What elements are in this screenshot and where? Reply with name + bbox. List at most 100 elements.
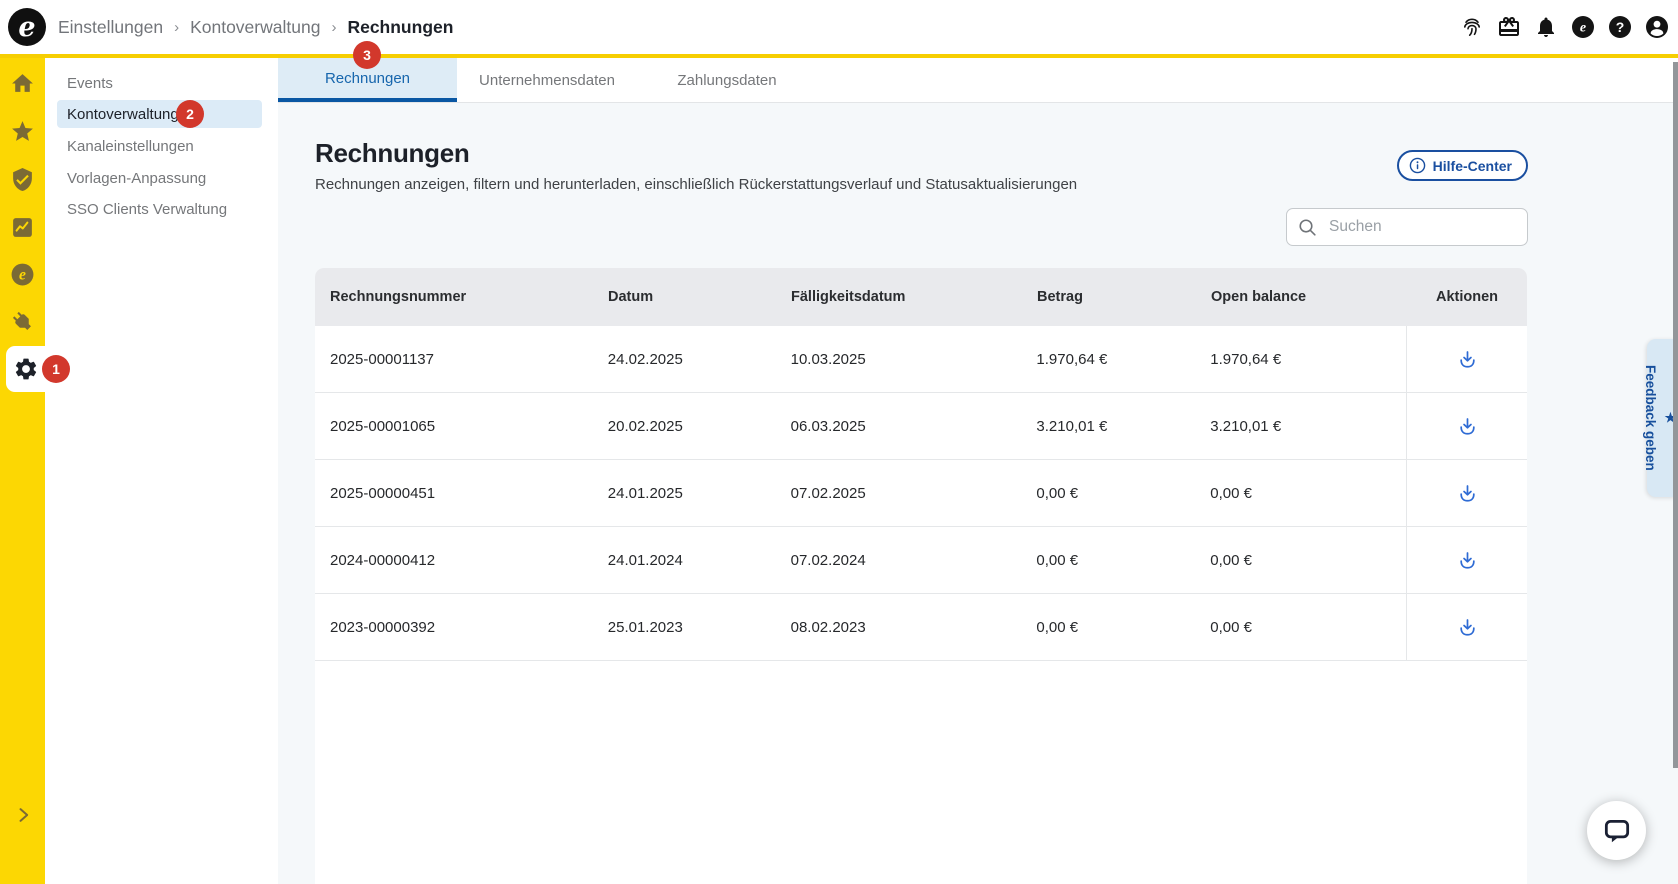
settings-notification-badge: 1 <box>42 355 70 383</box>
download-invoice-button[interactable] <box>1452 612 1483 643</box>
rail-item-settings[interactable] <box>6 346 45 392</box>
invoice-actions-cell <box>1406 460 1527 526</box>
invoice-amount: 1.970,64 € <box>1036 350 1108 368</box>
download-invoice-button[interactable] <box>1452 344 1483 375</box>
invoice-due-date: 10.03.2025 <box>790 350 866 368</box>
table-row: 2025-00001065 20.02.2025 06.03.2025 3.21… <box>315 393 1527 460</box>
breadcrumb-separator-icon: › <box>331 18 337 36</box>
invoice-amount: 0,00 € <box>1036 551 1079 569</box>
emarsys-coin-icon: e <box>11 263 34 285</box>
column-header-amount: Betrag <box>1037 289 1083 305</box>
feedback-label: Feedback geben <box>1643 365 1658 471</box>
invoice-open-balance: 1.970,64 € <box>1210 350 1282 368</box>
invoice-date: 24.01.2025 <box>607 484 683 502</box>
rail-item-integrations[interactable] <box>0 297 45 345</box>
table-row: 2025-00000451 24.01.2025 07.02.2025 0,00… <box>315 460 1527 527</box>
download-invoice-button[interactable] <box>1452 545 1483 576</box>
settings-sidebar: Events Kontoverwaltung Kanaleinstellunge… <box>45 58 278 884</box>
invoice-actions-cell <box>1406 527 1527 593</box>
invoice-due-date: 07.02.2025 <box>790 484 866 502</box>
invoice-open-balance: 0,00 € <box>1210 618 1252 636</box>
invoices-table: Rechnungsnummer Datum Fälligkeitsdatum B… <box>315 268 1527 884</box>
account-management-badge: 2 <box>176 100 204 128</box>
invoice-actions-cell <box>1406 393 1527 459</box>
chat-bubble-icon <box>1604 819 1629 842</box>
home-icon <box>12 73 33 92</box>
rail-item-security[interactable] <box>0 155 45 203</box>
tab-company-data[interactable]: Unternehmensdaten <box>457 58 637 102</box>
rail-item-favorites[interactable] <box>0 107 45 155</box>
invoice-date: 25.01.2023 <box>607 618 683 636</box>
top-bar: e Einstellungen › Kontoverwaltung › Rech… <box>0 0 1678 54</box>
bell-icon[interactable] <box>1533 14 1559 40</box>
brand-accent-line <box>0 54 1678 58</box>
invoice-date: 20.02.2025 <box>607 417 683 435</box>
emarsys-logo[interactable]: e <box>8 8 46 46</box>
search-box <box>1286 208 1528 246</box>
invoice-number: 2025-00001065 <box>330 417 436 435</box>
invoice-open-balance: 3.210,01 € <box>1210 417 1282 435</box>
rail-item-emarsys[interactable]: e <box>0 250 45 298</box>
main-nav-rail: e <box>0 58 45 884</box>
download-icon <box>1459 618 1475 636</box>
star-icon <box>12 120 33 141</box>
analytics-icon <box>13 217 32 237</box>
sidebar-item-channel-settings[interactable]: Kanaleinstellungen <box>57 132 262 160</box>
breadcrumb-current-invoices: Rechnungen <box>347 16 454 37</box>
breadcrumb-separator-icon: › <box>174 18 180 36</box>
invoices-tab-badge: 3 <box>353 41 381 69</box>
table-header-row: Rechnungsnummer Datum Fälligkeitsdatum B… <box>315 268 1527 326</box>
column-header-date: Datum <box>608 289 654 305</box>
invoice-number: 2025-00000451 <box>330 484 436 502</box>
gift-icon[interactable] <box>1496 14 1522 40</box>
invoice-amount: 0,00 € <box>1036 484 1079 502</box>
shield-check-icon <box>13 167 32 191</box>
rail-item-home[interactable] <box>0 59 45 107</box>
svg-text:?: ? <box>1616 19 1625 35</box>
column-header-open-balance: Open balance <box>1211 289 1307 305</box>
rail-collapse-button[interactable] <box>0 802 45 828</box>
download-icon <box>1459 417 1475 435</box>
table-row: 2025-00001137 24.02.2025 10.03.2025 1.97… <box>315 326 1527 393</box>
info-icon <box>1409 157 1425 174</box>
feedback-tab[interactable]: ★ Feedback geben <box>1643 339 1678 497</box>
invoice-date: 24.01.2024 <box>607 551 683 569</box>
tab-payment-data[interactable]: Zahlungsdaten <box>637 58 817 102</box>
download-icon <box>1459 551 1475 569</box>
table-row: 2023-00000392 25.01.2023 08.02.2023 0,00… <box>315 594 1527 661</box>
vertical-scrollbar[interactable] <box>1673 62 1678 768</box>
account-icon[interactable] <box>1644 14 1670 40</box>
download-invoice-button[interactable] <box>1452 411 1483 442</box>
plug-icon <box>12 311 31 330</box>
invoice-open-balance: 0,00 € <box>1210 551 1252 569</box>
help-center-button[interactable]: Hilfe-Center <box>1396 150 1528 181</box>
invoice-number: 2024-00000412 <box>330 551 436 569</box>
invoice-actions-cell <box>1406 326 1527 392</box>
column-header-due-date: Fälligkeitsdatum <box>791 289 906 305</box>
download-invoice-button[interactable] <box>1452 478 1483 509</box>
emarsys-badge-icon[interactable]: e <box>1570 14 1596 40</box>
invoice-number: 2025-00001137 <box>330 350 434 368</box>
sidebar-item-template-customization[interactable]: Vorlagen-Anpassung <box>57 164 262 192</box>
fingerprint-icon[interactable] <box>1459 14 1485 40</box>
breadcrumb-settings[interactable]: Einstellungen <box>58 17 163 38</box>
invoice-actions-cell <box>1406 594 1527 660</box>
invoice-due-date: 07.02.2024 <box>790 551 866 569</box>
download-icon <box>1459 484 1475 502</box>
chevron-right-icon <box>19 808 28 822</box>
chat-widget-button[interactable] <box>1587 801 1646 860</box>
sidebar-item-account-management[interactable]: Kontoverwaltung <box>57 100 262 128</box>
rail-item-analytics[interactable] <box>0 203 45 251</box>
sidebar-item-events[interactable]: Events <box>57 69 262 97</box>
page-title: Rechnungen <box>315 138 470 168</box>
help-icon[interactable]: ? <box>1607 14 1633 40</box>
invoice-due-date: 08.02.2023 <box>790 618 866 636</box>
tab-bar: Rechnungen Unternehmensdaten Zahlungsdat… <box>278 58 1678 103</box>
search-input[interactable] <box>1327 217 1517 237</box>
page-subtitle: Rechnungen anzeigen, filtern und herunte… <box>315 176 1078 193</box>
breadcrumb-account-management[interactable]: Kontoverwaltung <box>190 17 320 38</box>
svg-text:e: e <box>1580 21 1586 36</box>
breadcrumb: Einstellungen › Kontoverwaltung › Rechnu… <box>58 0 453 54</box>
sidebar-item-sso-clients[interactable]: SSO Clients Verwaltung <box>57 195 262 223</box>
help-center-label: Hilfe-Center <box>1432 157 1512 174</box>
